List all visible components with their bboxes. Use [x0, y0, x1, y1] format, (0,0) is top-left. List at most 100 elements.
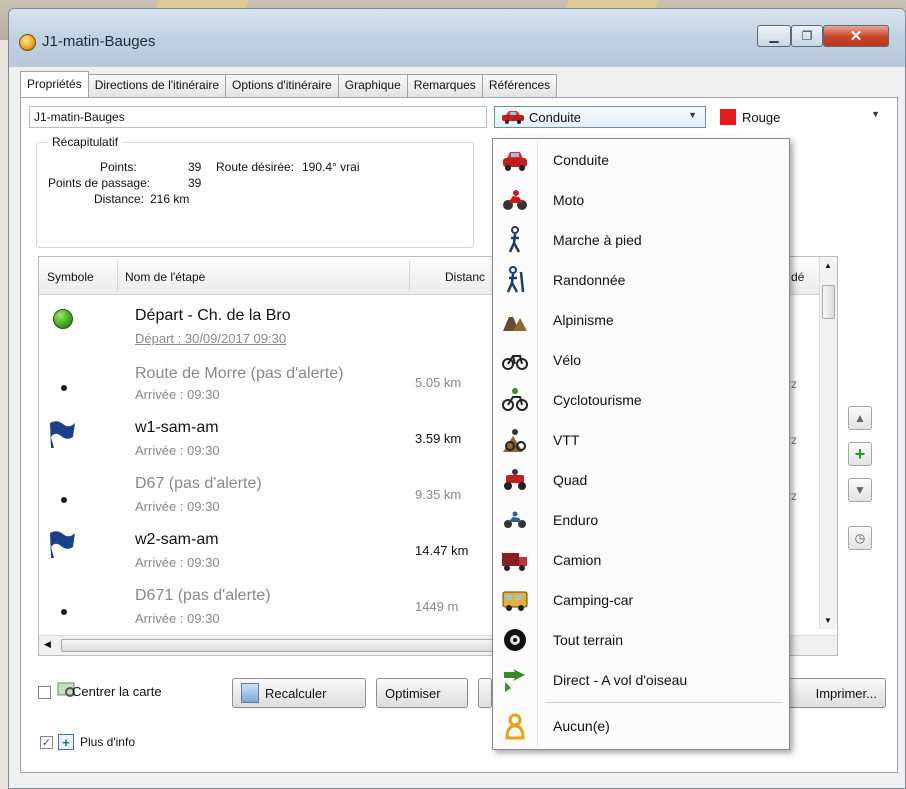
vertical-scrollbar[interactable]: ▲ ▼	[819, 257, 837, 629]
center-map-checkbox[interactable]	[38, 686, 51, 699]
menu-item-quad[interactable]: Quad	[493, 461, 789, 499]
menu-item-vtt[interactable]: VTT	[493, 421, 789, 459]
camper-icon	[502, 591, 528, 611]
restore-icon: ❐	[801, 29, 813, 43]
scroll-up-icon[interactable]: ▲	[824, 261, 832, 270]
blue-flag-icon	[50, 531, 75, 558]
menu-item-camper[interactable]: Camping-car	[493, 581, 789, 619]
tab-references[interactable]: Références	[481, 74, 558, 97]
quad-icon	[504, 469, 526, 490]
move-down-button[interactable]: ▼	[848, 478, 872, 502]
menu-item-label: Tout terrain	[553, 632, 624, 648]
transport-mode-value: Conduite	[529, 109, 582, 125]
clock-icon: ◷	[854, 531, 866, 545]
point-dot-icon	[61, 385, 67, 391]
truck-icon	[502, 553, 527, 571]
print-button[interactable]: Imprimer...	[790, 678, 886, 708]
mountain-bike-icon	[503, 429, 526, 452]
recalculate-button[interactable]: Recalculer	[232, 678, 366, 708]
menu-item-none[interactable]: Aucun(e)	[493, 707, 789, 745]
column-separator[interactable]	[409, 261, 410, 291]
hiking-icon	[506, 266, 525, 293]
waypoints-value: 39	[188, 176, 202, 190]
menu-item-truck[interactable]: Camion	[493, 541, 789, 579]
menu-item-label: Randonnée	[553, 272, 626, 288]
blue-flag-icon	[50, 421, 75, 448]
tab-route-options[interactable]: Options d'itinéraire	[225, 74, 339, 97]
waypoint-name: D67 (pas d'alerte)	[135, 475, 262, 492]
checkmark-icon: ✓	[41, 737, 52, 749]
transport-mode-select[interactable]: Conduite ▼	[494, 106, 706, 128]
cyclotourism-icon	[502, 388, 528, 411]
route-name-field[interactable]: J1-matin-Bauges	[29, 106, 487, 128]
car-icon	[502, 111, 524, 124]
menu-item-label: Marche à pied	[553, 232, 642, 248]
menu-item-enduro[interactable]: Enduro	[493, 501, 789, 539]
distance-value: 216 km	[150, 192, 190, 206]
mountain-icon	[503, 312, 527, 331]
menu-item-hiking[interactable]: Randonnée	[493, 261, 789, 299]
menu-item-label: Moto	[553, 192, 585, 208]
chevron-down-icon: ▼	[871, 109, 880, 119]
menu-item-bicycle[interactable]: Vélo	[493, 341, 789, 379]
add-waypoint-button[interactable]: +	[848, 442, 872, 466]
tab-graph[interactable]: Graphique	[337, 74, 408, 97]
route-color-select[interactable]: Rouge ▼	[716, 106, 888, 128]
document-icon	[241, 683, 259, 703]
tab-properties[interactable]: Propriétés	[20, 71, 89, 97]
waypoint-name: Départ - Ch. de la Bro	[135, 307, 291, 324]
minimize-button[interactable]: ▁	[757, 25, 791, 47]
restore-button[interactable]: ❐	[791, 25, 823, 47]
waypoints-label: Points de passage:	[48, 176, 151, 190]
close-icon: ✕	[849, 28, 863, 45]
menu-item-moto[interactable]: Moto	[493, 181, 789, 219]
menu-item-label: Direct - A vol d'oiseau	[553, 672, 688, 688]
chevron-down-icon: ▼	[688, 110, 697, 120]
column-header-name[interactable]: Nom de l'étape	[125, 270, 205, 284]
minimize-icon: ▁	[769, 29, 779, 43]
menu-item-conduite[interactable]: Conduite	[493, 141, 789, 179]
menu-item-label: Alpinisme	[553, 312, 614, 328]
menu-item-label: Enduro	[553, 512, 599, 528]
menu-item-walking[interactable]: Marche à pied	[493, 221, 789, 259]
move-up-button[interactable]: ▲	[848, 406, 872, 430]
waypoint-name: w1-sam-am	[135, 419, 219, 436]
column-header-heading[interactable]: dé	[791, 270, 804, 284]
waypoint-name: Route de Morre (pas d'alerte)	[135, 365, 344, 382]
optimize-button[interactable]: Optimiser	[376, 678, 468, 708]
menu-item-label: Aucun(e)	[553, 718, 610, 734]
window-title: J1-matin-Bauges	[42, 33, 156, 50]
waypoint-time: Départ : 30/09/2017 09:30	[135, 331, 287, 346]
menu-item-cyclotourism[interactable]: Cyclotourisme	[493, 381, 789, 419]
more-info-checkbox[interactable]: ✓	[40, 736, 53, 749]
waypoint-time: Arrivée : 09:30	[135, 443, 220, 458]
points-value: 39	[188, 160, 202, 174]
menu-item-label: Cyclotourisme	[553, 392, 642, 408]
menu-item-label: Vélo	[553, 352, 582, 368]
close-button[interactable]: ✕	[823, 25, 889, 47]
scroll-down-icon[interactable]: ▼	[824, 616, 832, 625]
menu-item-label: VTT	[553, 432, 580, 448]
title-bar[interactable]: J1-matin-Bauges ▁ ❐ ✕	[9, 9, 905, 67]
vertical-scroll-thumb[interactable]	[822, 285, 835, 319]
points-label: Points:	[100, 160, 137, 174]
waypoint-distance: 14.47 km	[415, 543, 469, 558]
route-color-value: Rouge	[742, 109, 781, 125]
menu-separator	[545, 702, 783, 703]
enduro-icon	[504, 511, 526, 528]
summary-legend: Récapitulatif	[48, 135, 123, 149]
tab-directions[interactable]: Directions de l'itinéraire	[87, 74, 227, 97]
menu-item-offroad[interactable]: Tout terrain	[493, 621, 789, 659]
scroll-left-icon[interactable]: ◀	[44, 639, 51, 650]
tab-notes[interactable]: Remarques	[406, 74, 483, 97]
column-header-distance[interactable]: Distanc	[445, 270, 485, 284]
recalculate-label: Recalculer	[265, 685, 327, 701]
triangle-up-icon: ▲	[854, 411, 866, 425]
column-header-symbol[interactable]: Symbole	[47, 270, 94, 284]
column-separator[interactable]	[117, 261, 118, 291]
menu-item-alpinism[interactable]: Alpinisme	[493, 301, 789, 339]
waypoint-time: Arrivée : 09:30	[135, 555, 220, 570]
time-button[interactable]: ◷	[848, 526, 872, 550]
menu-item-direct[interactable]: Direct - A vol d'oiseau	[493, 661, 789, 699]
hidden-button[interactable]	[478, 678, 492, 708]
